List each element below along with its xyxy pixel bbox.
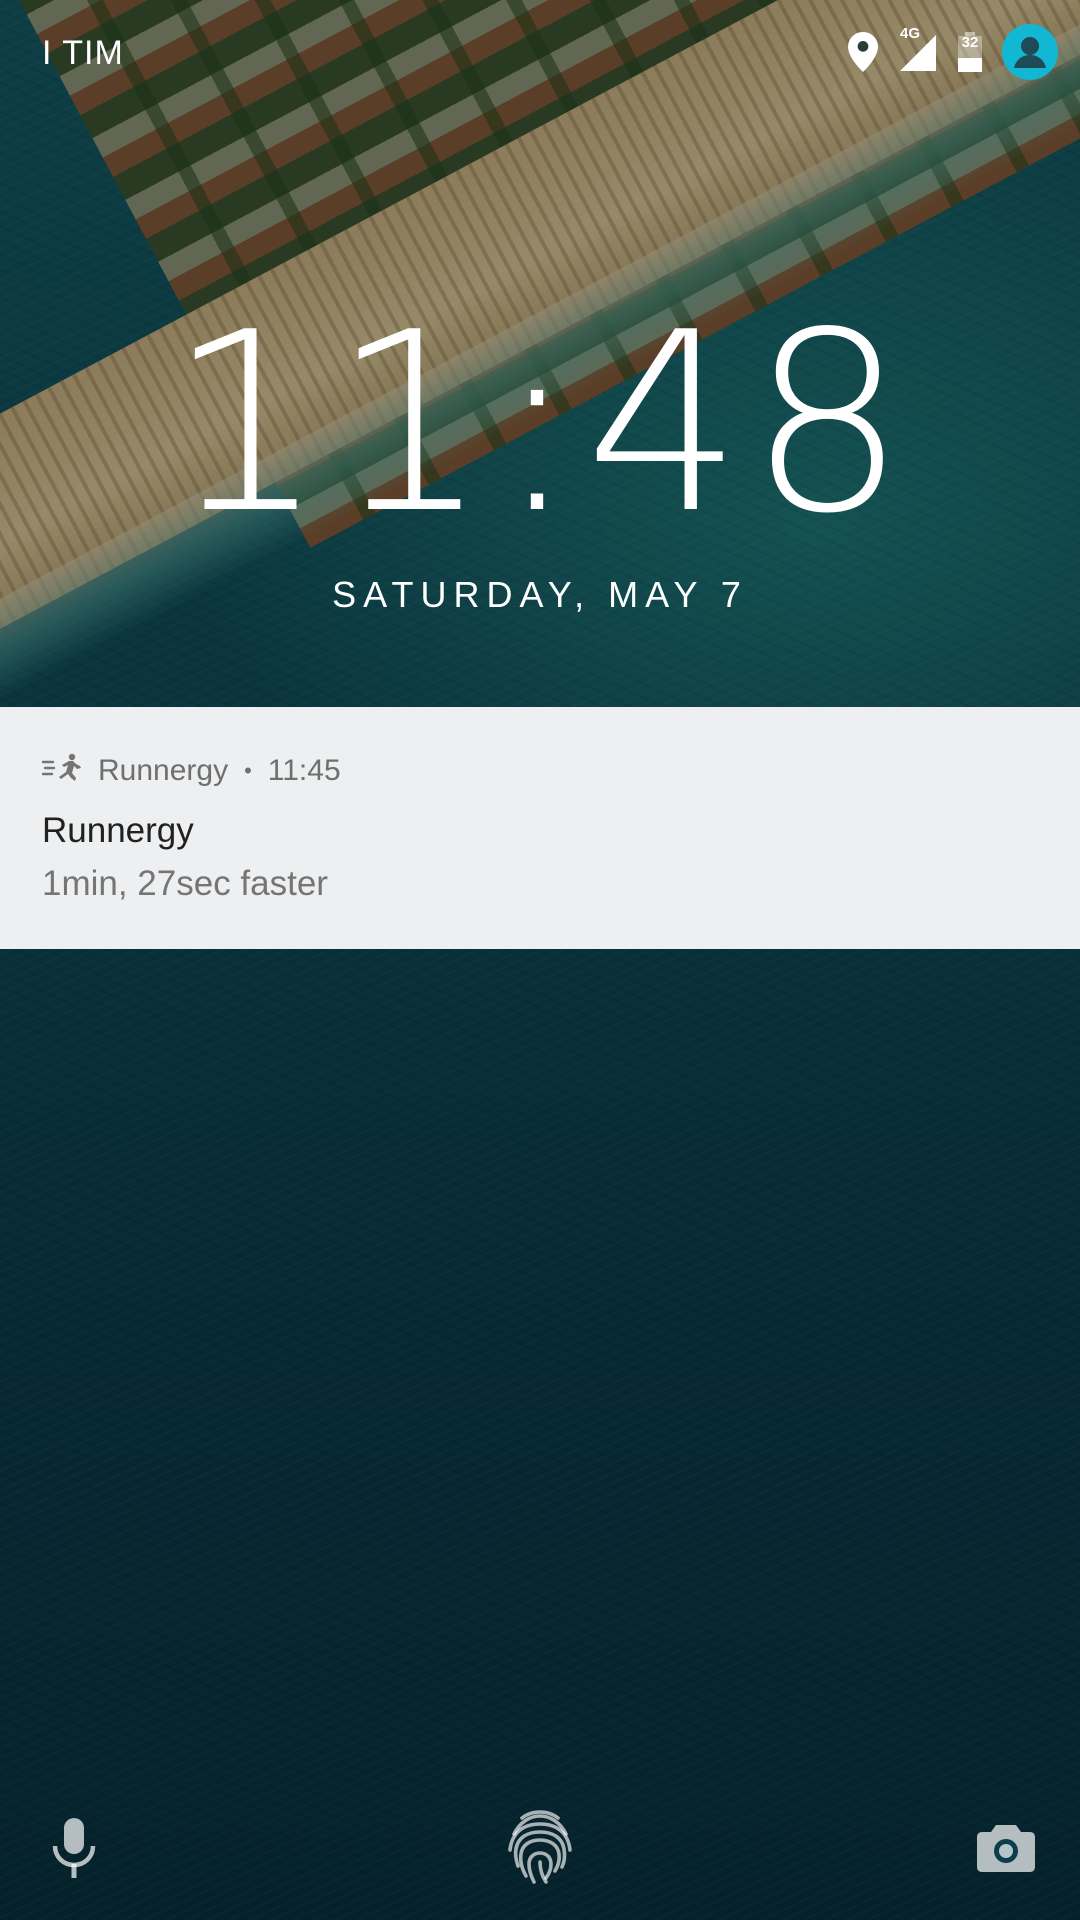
lock-bottom-bar [0,1800,1080,1910]
location-icon [848,32,878,72]
user-avatar-icon[interactable] [1002,24,1058,80]
notification-time: 11:45 [267,753,341,787]
notification-app-name: Runnergy [98,753,229,787]
fingerprint-icon[interactable] [504,1808,576,1888]
runner-icon [41,753,82,788]
lock-date: SATURDAY, MAY 7 [332,574,748,615]
signal-icon: 4G [896,25,938,73]
lock-clock: 11:48 [167,280,913,568]
status-bar: I TIM 4G 32 [0,0,1080,110]
notification-title: Runnergy [42,811,194,850]
microphone-icon[interactable] [46,1816,102,1880]
notification-card[interactable]: Runnergy • 11:45 Runnergy 1min, 27sec fa… [0,707,1080,949]
notification-header: Runnergy • 11:45 [41,753,341,788]
notification-separator: • [244,757,252,783]
carrier-label: I TIM [42,34,124,72]
notification-text: 1min, 27sec faster [42,864,328,903]
battery-level: 32 [961,34,979,51]
network-type-badge: 4G [900,25,921,42]
status-icons: 4G 32 [848,22,1058,82]
camera-icon[interactable] [976,1822,1036,1874]
battery-icon: 32 [956,30,984,74]
